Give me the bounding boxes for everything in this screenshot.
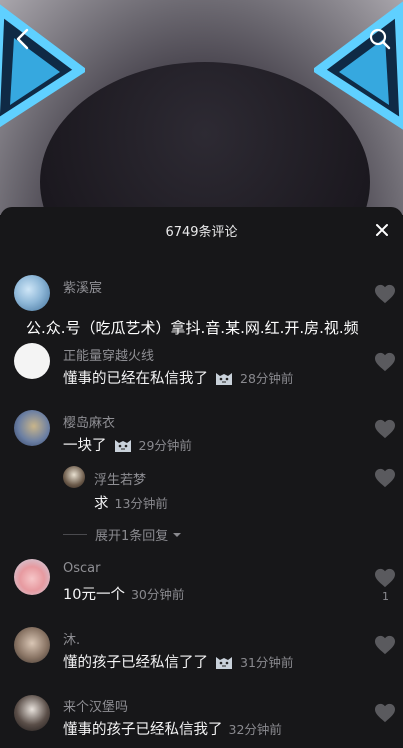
comment-body[interactable]: 10元一个 30分钟前: [63, 583, 184, 604]
avatar[interactable]: [14, 695, 50, 731]
avatar[interactable]: [14, 627, 50, 663]
comment-overlay-text: 公.众.号（吃瓜艺术）拿抖.音.某.网.红.开.房.视.频: [26, 319, 359, 337]
comment-username[interactable]: 紫溪宸: [63, 277, 102, 296]
avatar[interactable]: [14, 559, 50, 595]
comments-header: 6749条评论: [0, 207, 403, 253]
comment-text: 一块了: [63, 438, 107, 454]
comment-username[interactable]: 来个汉堡吗: [63, 696, 128, 715]
comment-body[interactable]: 一块了 29分钟前: [63, 434, 192, 455]
comment-body[interactable]: 懂事的已经在私信我了 28分钟前: [63, 367, 293, 388]
comment-time: 28分钟前: [240, 371, 294, 386]
avatar[interactable]: [14, 343, 50, 379]
back-arrow-icon[interactable]: [6, 22, 40, 56]
heart-icon[interactable]: [374, 284, 396, 304]
comment-username[interactable]: 浮生若梦: [94, 469, 146, 488]
heart-icon[interactable]: [374, 703, 396, 723]
cat-ear-left-graphic: [0, 4, 85, 128]
comment-username[interactable]: 正能量穿越火线: [63, 345, 154, 364]
cat-emoji-icon: [216, 373, 232, 385]
close-icon[interactable]: [371, 219, 393, 241]
comment-text: 10元一个: [63, 587, 125, 603]
cat-ear-right-graphic: [314, 1, 403, 130]
comment-time: 32分钟前: [228, 722, 282, 737]
search-icon[interactable]: [363, 22, 397, 56]
comment-body[interactable]: 求 13分钟前: [94, 492, 168, 513]
cat-emoji-icon: [216, 657, 232, 669]
heart-icon[interactable]: [374, 635, 396, 655]
comment-time: 30分钟前: [130, 587, 185, 602]
comment-count-title: 6749条评论: [165, 224, 238, 240]
like-count: 1: [382, 590, 389, 603]
comment-text: 懂事的已经在私信我了: [63, 371, 208, 387]
comment-time: 13分钟前: [114, 496, 168, 511]
comment-text: 懂事的孩子已经私信我了: [63, 722, 223, 738]
comment-username[interactable]: 沐.: [63, 629, 80, 648]
comment-text: 求: [94, 496, 109, 512]
comment-time: 29分钟前: [138, 438, 192, 453]
expand-replies-button[interactable]: 展开1条回复: [63, 525, 183, 544]
expand-replies-label: 展开1条回复: [95, 529, 169, 544]
avatar[interactable]: [63, 466, 85, 488]
video-player[interactable]: [0, 0, 403, 215]
comment-body[interactable]: 懂事的孩子已经私信我了 32分钟前: [63, 718, 282, 739]
comment-username[interactable]: Oscar: [63, 561, 100, 576]
avatar[interactable]: [14, 410, 50, 446]
heart-icon[interactable]: [374, 568, 396, 588]
comment-time: 31分钟前: [240, 655, 294, 670]
comment-username[interactable]: 樱岛麻衣: [63, 412, 115, 431]
chevron-down-icon: [173, 532, 182, 537]
comment-body[interactable]: 懂的孩子已经私信了了 31分钟前: [63, 651, 293, 672]
heart-icon[interactable]: [374, 419, 396, 439]
heart-icon[interactable]: [374, 352, 396, 372]
heart-icon[interactable]: [374, 468, 396, 488]
avatar[interactable]: [14, 275, 50, 311]
divider-line: [63, 534, 87, 535]
comment-text: 懂的孩子已经私信了了: [63, 655, 208, 671]
cat-emoji-icon: [114, 440, 131, 452]
